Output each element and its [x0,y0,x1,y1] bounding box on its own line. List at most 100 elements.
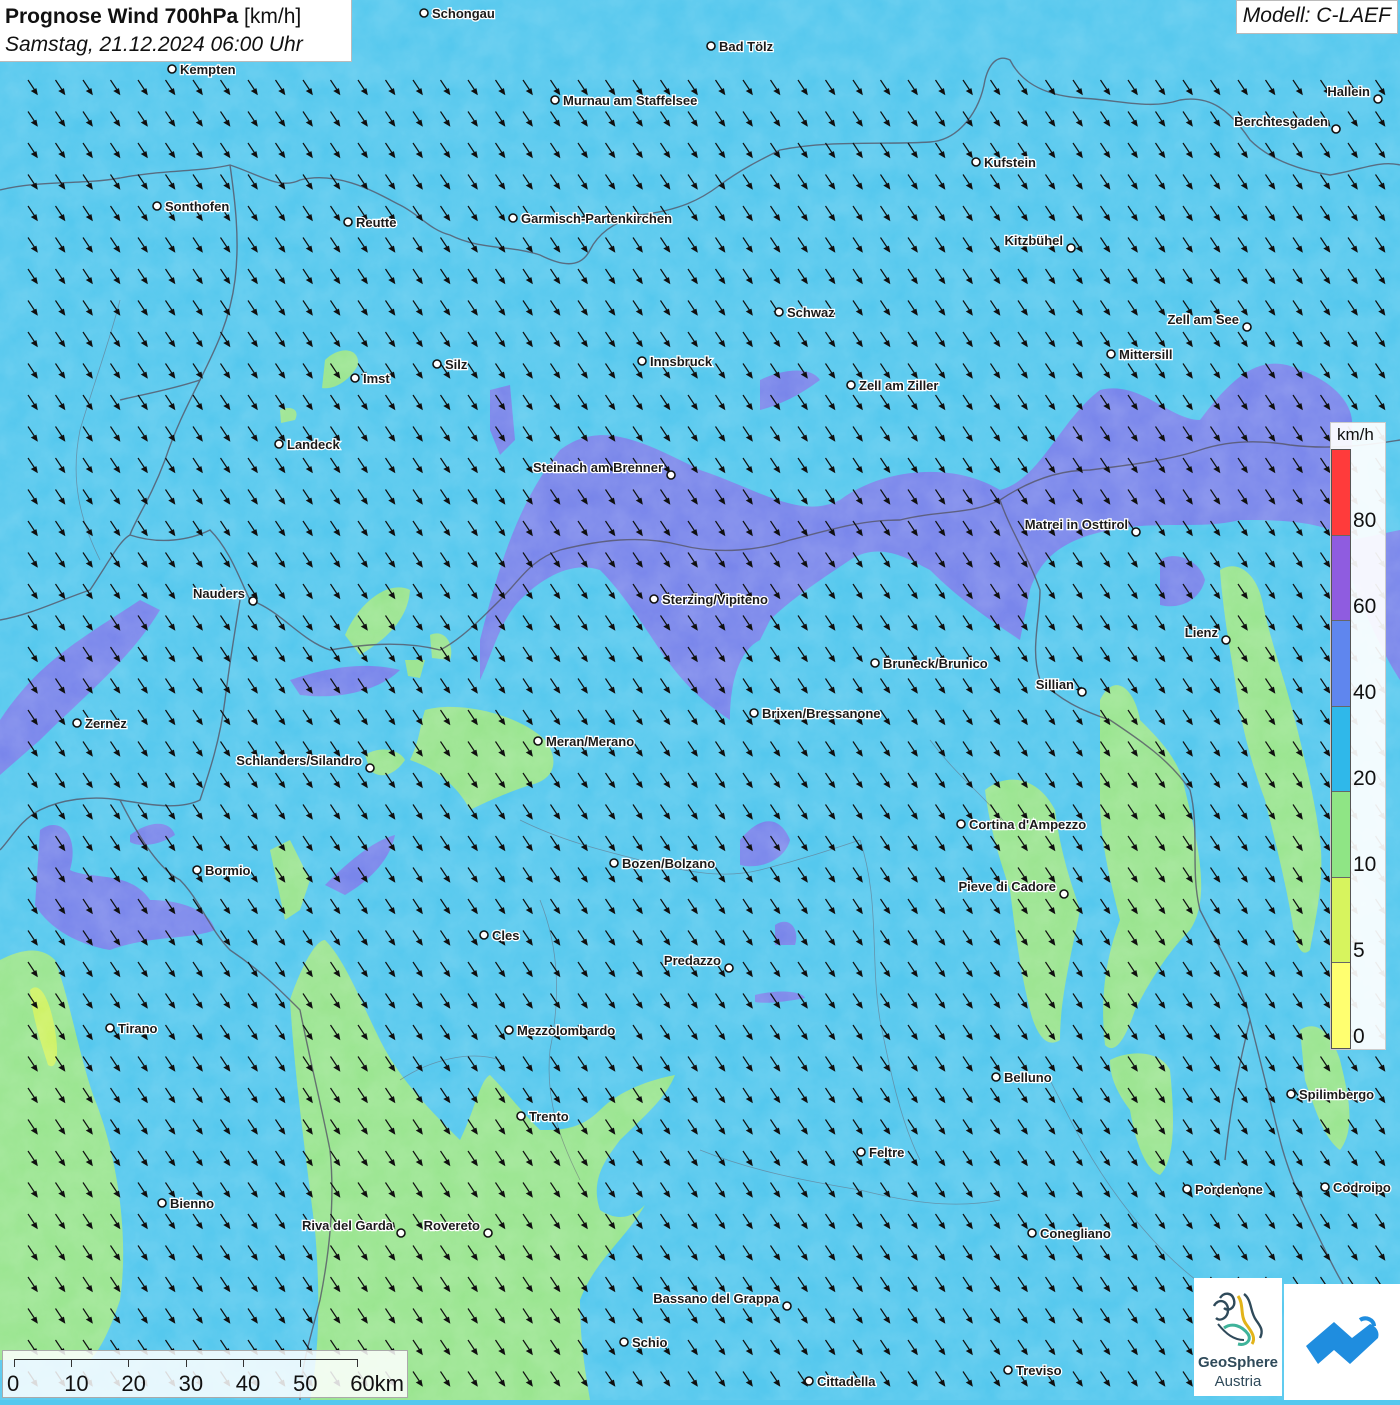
city-dot [1066,243,1076,253]
city-dot [508,213,518,223]
city-dot [550,95,560,105]
legend-swatch [1332,705,1350,792]
city-dot [192,865,202,875]
city-label: Bienno [170,1196,214,1211]
legend-label: 60 [1353,595,1377,618]
city-label: Garmisch-Partenkirchen [521,211,672,226]
city-label: Murnau am Staffelsee [563,93,697,108]
city-marker: Meran/Merano [533,733,635,750]
city-label: Tirano [118,1021,158,1036]
scale-label: 10 [64,1371,89,1396]
city-label: Bad Tölz [719,39,774,54]
city-label: Feltre [869,1145,904,1160]
city-marker: Brixen/Bressanone [749,705,882,722]
city-dot [724,963,734,973]
city-label: Cles [492,928,519,943]
scale-label: 30 [178,1371,204,1396]
city-dot [1131,527,1141,537]
city-label: Cortina d'Ampezzo [969,817,1086,832]
city-label: Lienz [1185,625,1219,640]
city-dot [152,201,162,211]
legend-label: 10 [1353,853,1377,876]
city-label: Kempten [180,62,236,77]
legend-label: 40 [1353,681,1377,704]
city-label: Spilimbergo [1299,1087,1374,1102]
city-dot [1331,124,1341,134]
city-label: Silz [445,357,468,372]
logo-country: Austria [1214,1373,1262,1390]
city-label: Landeck [287,437,341,452]
city-label: Sillian [1036,677,1074,692]
wind-map: Schongau Bad Tölz Kempten Murnau am Staffel… [0,0,1400,1400]
city-dot [1106,349,1116,359]
city-label: Nauders [193,586,245,601]
city-dot [504,1025,514,1035]
city-label: Bruneck/Brunico [883,656,988,671]
city-dot [991,1072,1001,1082]
city-dot [72,718,82,728]
city-dot [396,1228,406,1238]
city-dot [971,157,981,167]
city-dot [533,736,543,746]
city-dot [343,217,353,227]
scale-tick [14,1359,15,1367]
city-label: Meran/Merano [546,734,634,749]
legend-unit: km/h [1337,425,1374,444]
city-marker: Sterzing/Vipiteno [649,591,769,608]
scale-tick [71,1359,73,1367]
city-dot [419,8,429,18]
city-dot [856,1147,866,1157]
city-label: Treviso [1016,1363,1062,1378]
city-label: Bozen/Bolzano [622,856,715,871]
city-label: Berchtesgaden [1234,114,1328,129]
city-label: Zell am See [1167,312,1239,327]
scale-tick [357,1359,359,1367]
legend-swatch [1332,534,1350,621]
city-dot [1373,94,1383,104]
city-marker: Murnau am Staffelsee [550,92,699,109]
scale-label: 60km [350,1371,404,1396]
city-dot [666,470,676,480]
city-label: Conegliano [1040,1226,1111,1241]
city-label: Mezzolombardo [517,1023,615,1038]
city-marker: Bozen/Bolzano [609,855,716,872]
legend-color-bar [1331,449,1351,1049]
city-label: Sonthofen [165,199,229,214]
city-label: Schio [632,1335,667,1350]
scale-tick [242,1359,244,1367]
scale-label: 40 [235,1371,261,1396]
city-marker: Mezzolombardo [504,1022,617,1039]
city-dot [432,359,442,369]
city-dot [706,41,716,51]
city-label: Belluno [1004,1070,1052,1085]
city-dot [1027,1228,1037,1238]
scale-tick [300,1359,301,1367]
city-dot [637,356,647,366]
city-dot [479,930,489,940]
title-bold: Prognose Wind 700hPa [5,5,239,28]
title-unit: [km/h] [244,5,302,28]
city-label: Zernez [85,716,127,731]
city-label: Zell am Ziller [859,378,938,393]
city-dot [167,64,177,74]
city-dot [774,307,784,317]
city-label: Predazzo [664,953,721,968]
legend-swatch [1332,876,1350,963]
city-label: Codroipo [1333,1180,1391,1195]
city-label: Schwaz [787,305,835,320]
city-dot [516,1111,526,1121]
model-label: Modell: C-LAEF [1235,0,1398,34]
city-dot [649,594,659,604]
city-label: Cittadella [817,1374,876,1389]
city-label: Pordenone [1195,1182,1263,1197]
color-legend: km/h 80 60 40 20 10 5 0 [1330,422,1386,1050]
city-label: Steinach am Brenner [533,460,663,475]
city-label: Innsbruck [650,354,713,369]
scale-label: 50 [293,1371,318,1396]
city-dot [749,708,759,718]
city-label: Imst [363,371,390,386]
city-label: Kitzbühel [1005,233,1064,248]
city-dot [619,1337,629,1347]
city-dot [804,1376,814,1386]
map-title-box: Prognose Wind 700hPa [km/h] Samstag, 21.… [0,0,352,62]
